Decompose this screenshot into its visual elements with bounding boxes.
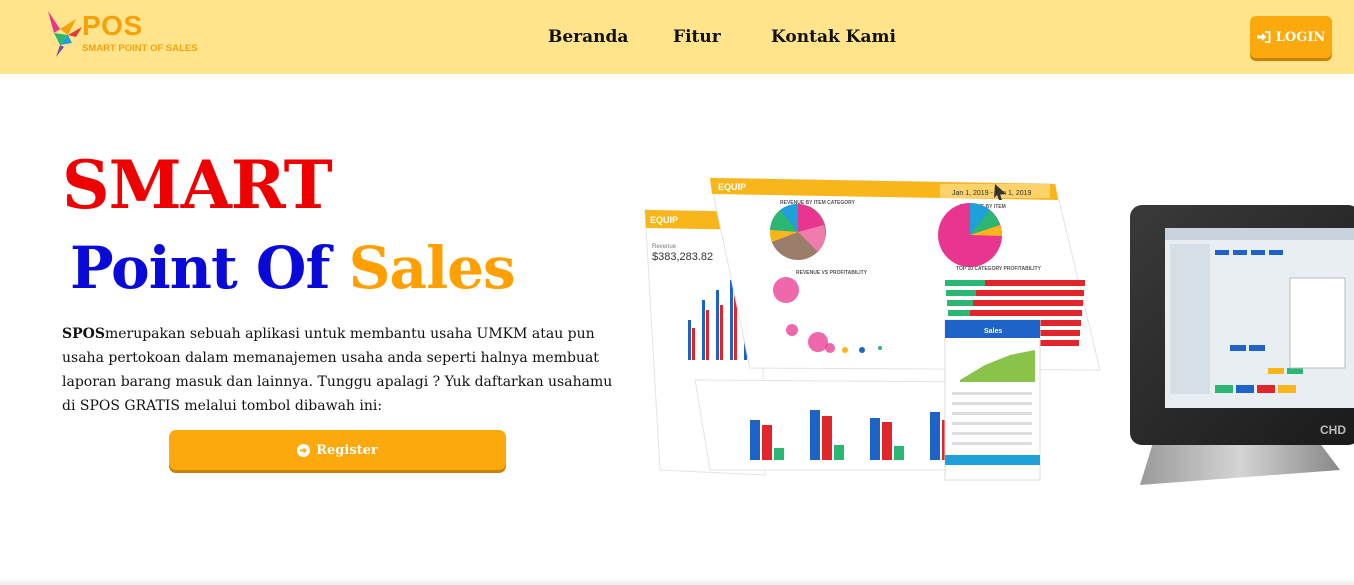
register-button[interactable]: Register [169, 430, 506, 470]
dashboard-card-main: EQUIP Jan 1, 2019 - Jun 1, 2019 REVENUE … [709, 177, 1101, 371]
nav-item-fitur[interactable]: Fitur [673, 26, 721, 48]
hero-title-smart: SMART [62, 146, 333, 224]
section-divider [0, 578, 1354, 585]
revenue-value: $383,283.82 [652, 251, 713, 263]
arrow-circle-right-icon [297, 443, 311, 457]
login-label: LOGIN [1275, 29, 1326, 45]
hero-title-subtitle: Point Of Sales [70, 228, 516, 308]
login-button[interactable]: LOGIN [1250, 16, 1332, 58]
hero-desc-text: merupakan sebuah aplikasi untuk membantu… [62, 326, 613, 414]
terminal-logo: CHD [1320, 423, 1346, 437]
phone-title: Sales [984, 328, 1002, 335]
hero-title-sales: Sales [348, 234, 516, 302]
dashboard-illustration: EQUIP Revenue $383,283.82 EQUIP Jan 1, 2… [644, 177, 1354, 485]
pie-chart-category [769, 203, 826, 260]
hero-description: SPOSmerupakan sebuah aplikasi untuk memb… [62, 322, 622, 418]
pos-terminal: CHD [1130, 205, 1354, 485]
date-range: Jan 1, 2019 - Jun 1, 2019 [952, 190, 1031, 197]
revenue-label: Revenue [652, 244, 677, 250]
panel-title-top10: TOP 10 CATEGORY PROFITABILITY [956, 266, 1042, 272]
panel-title-revenue-vs-profit: REVENUE VS PROFITABILITY [796, 270, 868, 276]
sign-in-icon [1256, 31, 1271, 43]
hero-illustration: EQUIP Revenue $383,283.82 EQUIP Jan 1, 2… [640, 170, 1354, 500]
hero-title-point-of: Point Of [70, 234, 330, 302]
navbar: POS SMART POINT OF SALES Beranda Fitur K… [0, 0, 1354, 74]
nav-menu: Beranda Fitur Kontak Kami [0, 26, 1354, 50]
register-label: Register [316, 442, 378, 458]
phone-app-card: Sales [944, 319, 1041, 481]
dashboard-card-bottom [694, 379, 986, 471]
nav-item-beranda[interactable]: Beranda [548, 26, 628, 48]
pie-chart-item [938, 202, 1002, 267]
nav-item-kontak-kami[interactable]: Kontak Kami [771, 26, 896, 48]
hero-desc-brand: SPOS [62, 326, 105, 342]
card-main-brand: EQUIP [718, 182, 746, 192]
card-left-brand: EQUIP [650, 215, 678, 225]
